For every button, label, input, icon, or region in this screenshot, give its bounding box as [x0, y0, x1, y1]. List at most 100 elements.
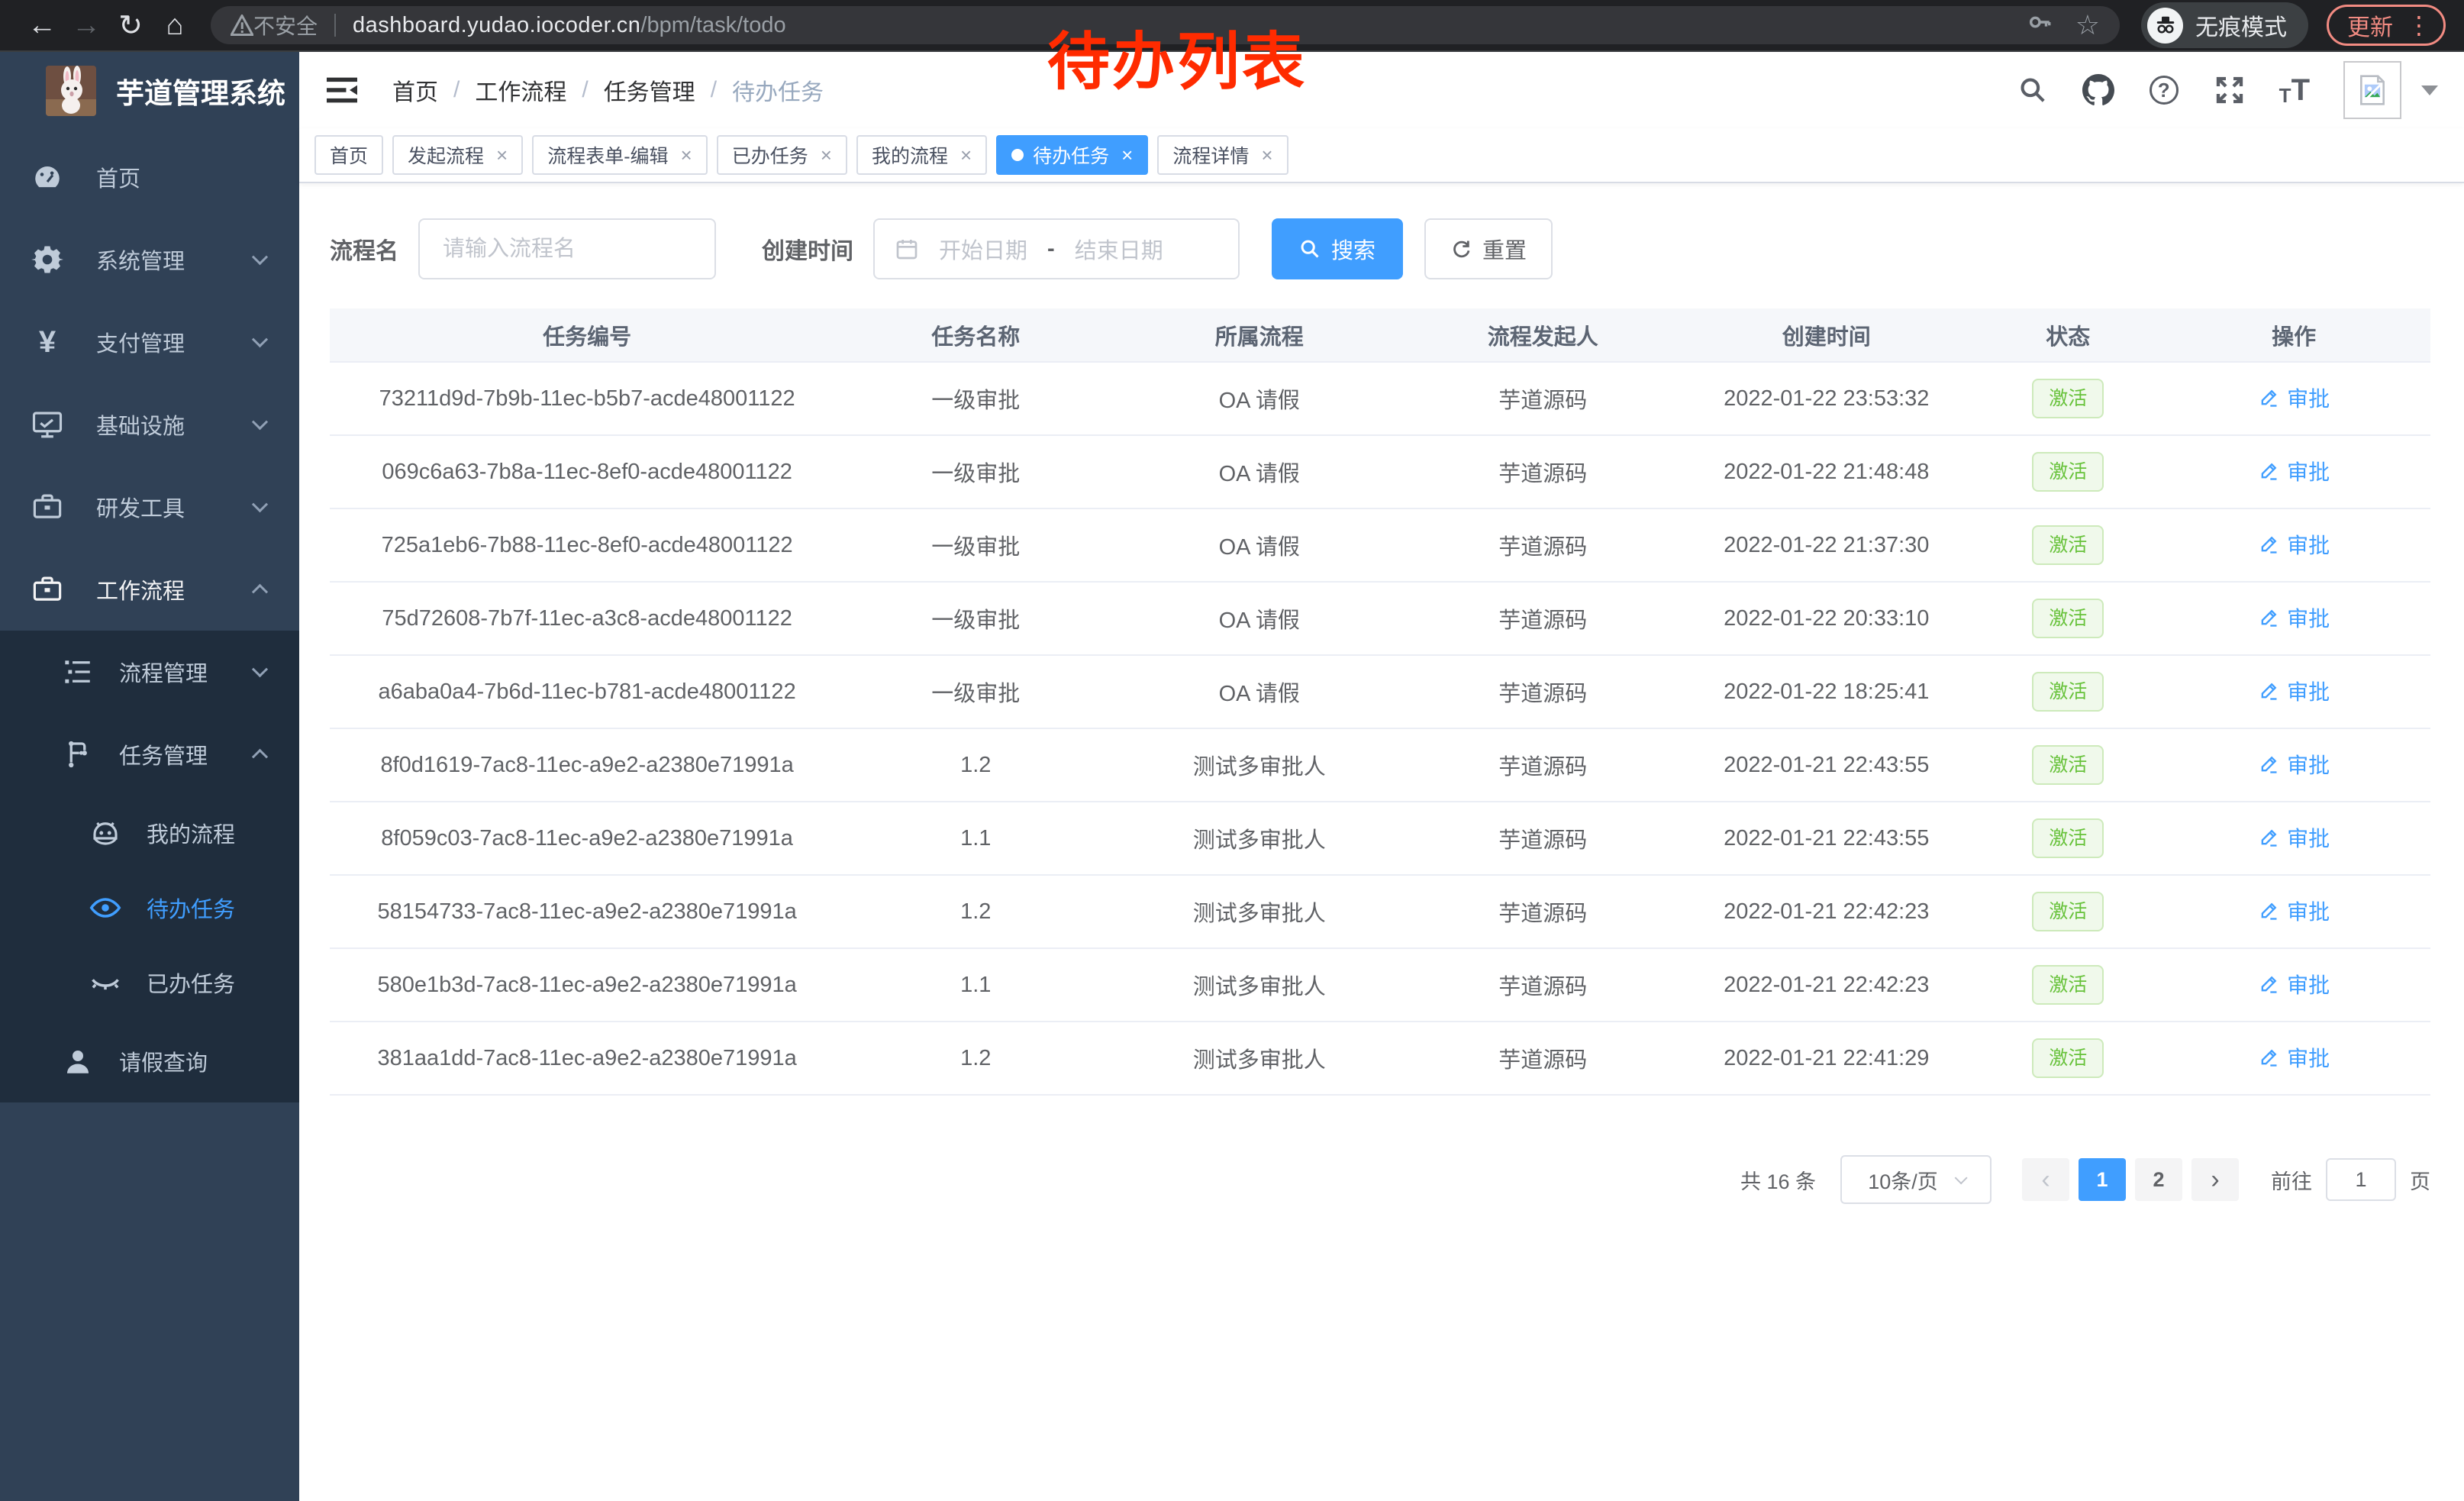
- cell-process: 测试多审批人: [1107, 728, 1411, 802]
- kebab-menu-icon[interactable]: ⋮: [2407, 13, 2431, 37]
- close-icon[interactable]: ×: [1261, 144, 1272, 167]
- column-header: 任务名称: [844, 308, 1107, 362]
- sidebar-item-process-mgmt[interactable]: 流程管理: [0, 631, 299, 713]
- sidebar-item-infra[interactable]: 基础设施: [0, 383, 299, 466]
- reset-button[interactable]: 重置: [1424, 218, 1553, 279]
- close-icon[interactable]: ×: [821, 144, 832, 167]
- approve-link[interactable]: 审批: [2258, 602, 2330, 633]
- avatar[interactable]: [2343, 61, 2401, 119]
- sidebar-item-devtools[interactable]: 研发工具: [0, 466, 299, 548]
- cell-process: OA 请假: [1107, 655, 1411, 728]
- sidebar-item-label: 研发工具: [96, 491, 185, 523]
- approve-link[interactable]: 审批: [2258, 383, 2330, 413]
- breadcrumb-separator: /: [582, 77, 588, 103]
- table-row: a6aba0a4-7b6d-11ec-b781-acde48001122一级审批…: [330, 655, 2430, 728]
- approve-link[interactable]: 审批: [2258, 529, 2330, 560]
- approve-link[interactable]: 审批: [2258, 822, 2330, 853]
- forward-icon[interactable]: →: [64, 9, 108, 42]
- tab-流程表单-编辑[interactable]: 流程表单-编辑 ×: [532, 135, 708, 175]
- sidebar-item-label: 工作流程: [96, 573, 185, 605]
- sidebar-item-system[interactable]: 系统管理: [0, 218, 299, 301]
- approve-link[interactable]: 审批: [2258, 676, 2330, 706]
- reload-icon[interactable]: ↻: [108, 8, 153, 43]
- goto-page-input[interactable]: [2326, 1158, 2396, 1201]
- sidebar-item-task-mgmt[interactable]: 任务管理: [0, 713, 299, 796]
- sidebar-item-payment[interactable]: ¥支付管理: [0, 301, 299, 383]
- tab-流程详情[interactable]: 流程详情×: [1157, 135, 1288, 175]
- key-icon[interactable]: [2027, 9, 2053, 41]
- sidebar-item-label: 支付管理: [96, 326, 185, 358]
- eye-open-icon: [85, 891, 125, 925]
- date-range-picker[interactable]: 开始日期 - 结束日期: [873, 218, 1240, 279]
- approve-link[interactable]: 审批: [2258, 969, 2330, 999]
- table-row: 73211d9d-7b9b-11ec-b5b7-acde48001122一级审批…: [330, 362, 2430, 435]
- prev-page-button[interactable]: ‹: [2022, 1158, 2069, 1201]
- page-button-2[interactable]: 2: [2135, 1158, 2182, 1201]
- close-icon[interactable]: ×: [681, 144, 692, 167]
- close-icon[interactable]: ×: [960, 144, 972, 167]
- tab-已办任务[interactable]: 已办任务×: [717, 135, 847, 175]
- close-icon[interactable]: ×: [496, 144, 508, 167]
- total-count: 共 16 条: [1740, 1165, 1816, 1195]
- todo-task-table: 任务编号任务名称所属流程流程发起人创建时间状态操作 73211d9d-7b9b-…: [330, 308, 2430, 1096]
- tab-label: 流程表单-编辑: [547, 141, 668, 169]
- sidebar-item-my-process[interactable]: 我的流程: [0, 796, 299, 870]
- cell-task-name: 1.1: [844, 802, 1107, 875]
- font-size-icon[interactable]: TT: [2279, 73, 2310, 108]
- tab-待办任务[interactable]: 待办任务×: [996, 135, 1148, 175]
- cell-task-name: 1.2: [844, 728, 1107, 802]
- approve-link[interactable]: 审批: [2258, 456, 2330, 486]
- update-label: 更新: [2347, 8, 2393, 42]
- logo[interactable]: 芋道管理系统: [0, 52, 299, 130]
- cell-create-time: 2022-01-21 22:42:23: [1674, 948, 1979, 1022]
- page-button-1[interactable]: 1: [2079, 1158, 2126, 1201]
- sidebar-item-home[interactable]: 首页: [0, 136, 299, 218]
- sidebar-item-leave-query[interactable]: 请假查询: [0, 1020, 299, 1102]
- close-icon[interactable]: ×: [1121, 144, 1133, 167]
- status-badge: 激活: [2032, 452, 2104, 492]
- cell-process: 测试多审批人: [1107, 802, 1411, 875]
- cell-starter: 芋道源码: [1411, 802, 1674, 875]
- approve-link[interactable]: 审批: [2258, 1042, 2330, 1073]
- user-icon: [58, 1045, 98, 1077]
- table-row: 069c6a63-7b8a-11ec-8ef0-acde48001122一级审批…: [330, 435, 2430, 508]
- sidebar-item-label: 任务管理: [119, 738, 208, 770]
- bookmark-star-icon[interactable]: ☆: [2075, 9, 2100, 41]
- cell-starter: 芋道源码: [1411, 948, 1674, 1022]
- status-badge: 激活: [2032, 892, 2104, 931]
- help-icon[interactable]: ?: [2148, 74, 2180, 106]
- search-icon[interactable]: [2017, 74, 2049, 106]
- sidebar-item-done-task[interactable]: 已办任务: [0, 945, 299, 1020]
- incognito-badge: 无痕模式: [2141, 2, 2308, 48]
- page-size-select[interactable]: 10条/页: [1840, 1155, 1992, 1204]
- hamburger-icon[interactable]: [325, 75, 359, 105]
- approve-link[interactable]: 审批: [2258, 896, 2330, 926]
- avatar-caret-icon[interactable]: [2421, 86, 2438, 95]
- fullscreen-icon[interactable]: [2214, 74, 2246, 106]
- breadcrumb-item[interactable]: 首页: [392, 73, 438, 107]
- filter-form: 流程名 创建时间 开始日期 - 结束日期 搜索 重置: [330, 218, 2430, 279]
- sidebar-item-workflow[interactable]: 工作流程: [0, 548, 299, 631]
- cell-task-id: 8f059c03-7ac8-11ec-a9e2-a2380e71991a: [330, 802, 844, 875]
- cell-starter: 芋道源码: [1411, 875, 1674, 948]
- breadcrumb-item[interactable]: 工作流程: [475, 73, 566, 107]
- github-icon[interactable]: [2082, 74, 2114, 106]
- next-page-button[interactable]: ›: [2191, 1158, 2239, 1201]
- tab-首页[interactable]: 首页: [314, 135, 383, 175]
- sidebar-item-todo-task[interactable]: 待办任务: [0, 870, 299, 945]
- home-icon[interactable]: ⌂: [153, 9, 197, 42]
- tab-发起流程[interactable]: 发起流程×: [392, 135, 523, 175]
- tab-我的流程[interactable]: 我的流程×: [856, 135, 987, 175]
- process-name-input[interactable]: [418, 218, 716, 279]
- approve-link[interactable]: 审批: [2258, 749, 2330, 780]
- search-button[interactable]: 搜索: [1272, 218, 1403, 279]
- address-bar[interactable]: 不安全 dashboard.yudao.iocoder.cn/bpm/task/…: [211, 6, 2120, 44]
- breadcrumb-item[interactable]: 任务管理: [604, 73, 695, 107]
- end-date-placeholder[interactable]: 结束日期: [1075, 233, 1163, 265]
- flow-icon: [58, 738, 98, 770]
- incognito-label: 无痕模式: [2195, 8, 2287, 42]
- tab-label: 首页: [330, 141, 368, 169]
- back-icon[interactable]: ←: [20, 9, 64, 42]
- start-date-placeholder[interactable]: 开始日期: [939, 233, 1027, 265]
- update-button[interactable]: 更新 ⋮: [2327, 5, 2446, 46]
